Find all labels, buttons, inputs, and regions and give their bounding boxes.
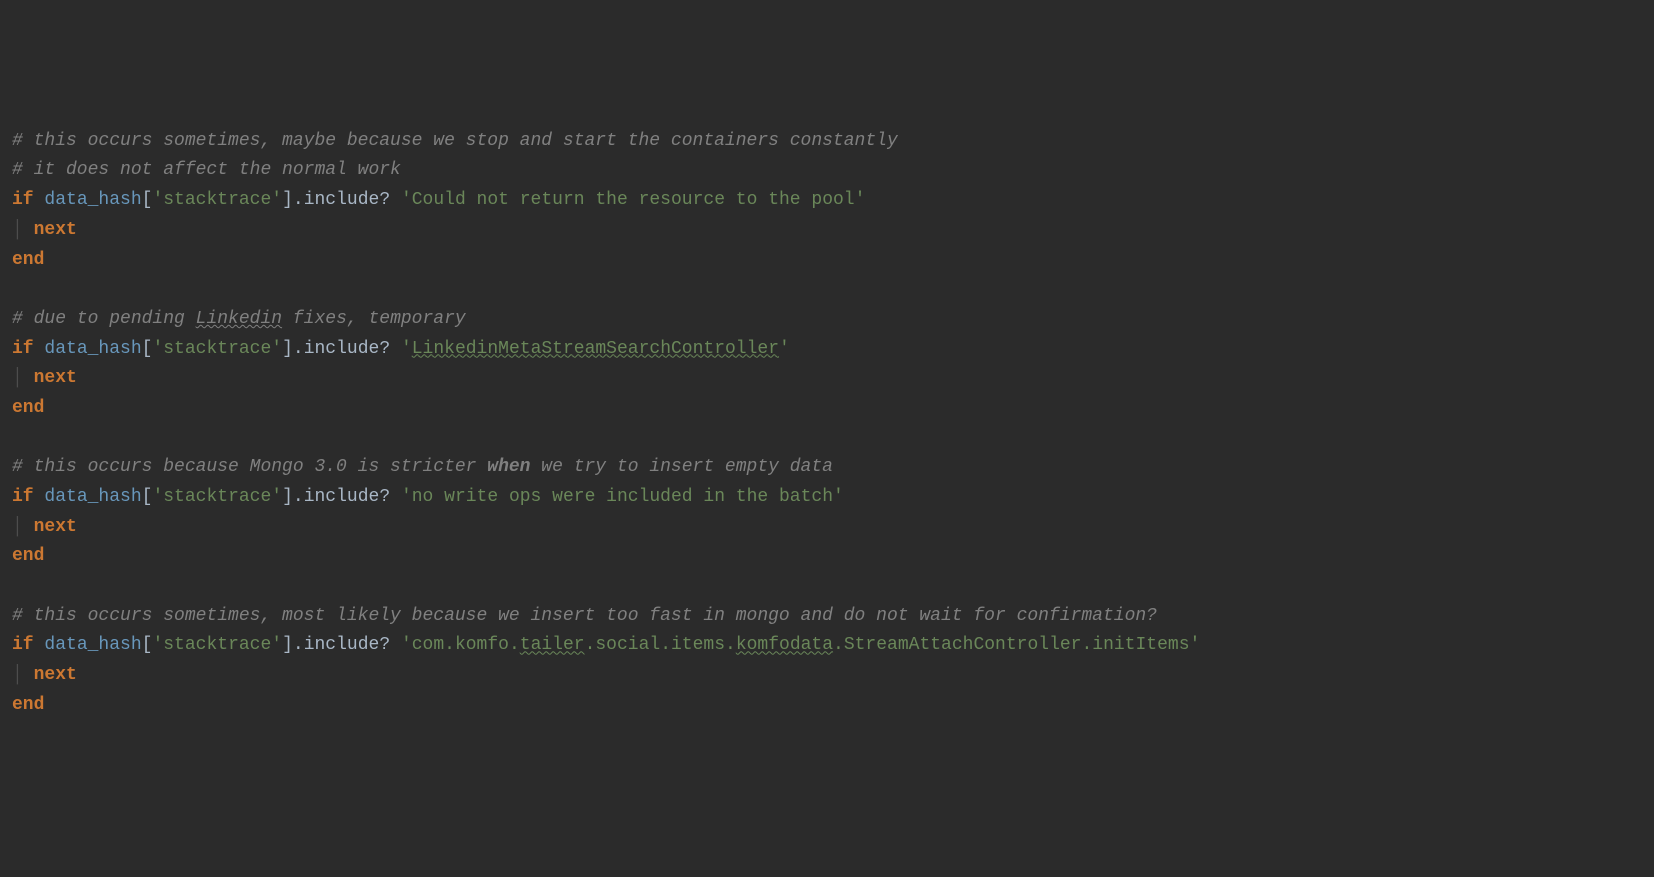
- dot: .: [293, 339, 304, 359]
- method: include?: [304, 339, 390, 359]
- comment-wavy: Linkedin: [196, 309, 282, 329]
- comment: fixes, temporary: [282, 309, 466, 329]
- code-line: # this occurs sometimes, most likely bec…: [12, 602, 1642, 632]
- code-line: │ next: [12, 513, 1642, 543]
- code-line: │ next: [12, 364, 1642, 394]
- keyword-end: end: [12, 695, 44, 715]
- comment: we try to insert empty data: [531, 457, 833, 477]
- bracket: ]: [282, 190, 293, 210]
- string: 'stacktrace': [152, 190, 282, 210]
- code-line: if data_hash['stacktrace'].include? 'Cou…: [12, 186, 1642, 216]
- code-line: end: [12, 542, 1642, 572]
- code-line: end: [12, 691, 1642, 721]
- string: 'stacktrace': [152, 339, 282, 359]
- keyword-next: next: [34, 517, 77, 537]
- indent-guide: │: [12, 368, 34, 388]
- string: 'stacktrace': [152, 487, 282, 507]
- comment: # due to pending: [12, 309, 196, 329]
- indent-guide: │: [12, 517, 34, 537]
- method: include?: [304, 487, 390, 507]
- code-line: end: [12, 394, 1642, 424]
- dot: .: [293, 487, 304, 507]
- comment: # this occurs sometimes, maybe because w…: [12, 131, 898, 151]
- identifier: data_hash: [44, 487, 141, 507]
- bracket: [: [142, 339, 153, 359]
- string-wavy: tailer: [520, 635, 585, 655]
- blank-line: [12, 572, 1642, 602]
- keyword-next: next: [34, 220, 77, 240]
- blank-line: [12, 275, 1642, 305]
- keyword-if: if: [12, 635, 34, 655]
- code-line: if data_hash['stacktrace'].include? 'Lin…: [12, 335, 1642, 365]
- code-line: end: [12, 246, 1642, 276]
- blank-line: [12, 424, 1642, 454]
- comment: # this occurs because Mongo 3.0 is stric…: [12, 457, 487, 477]
- indent-guide: │: [12, 665, 34, 685]
- string-literal: 'no write ops were included in the batch…: [401, 487, 844, 507]
- comment: # it does not affect the normal work: [12, 160, 401, 180]
- keyword-if: if: [12, 190, 34, 210]
- space: [390, 339, 401, 359]
- code-line: # due to pending Linkedin fixes, tempora…: [12, 305, 1642, 335]
- bracket: [: [142, 635, 153, 655]
- code-line: # this occurs because Mongo 3.0 is stric…: [12, 453, 1642, 483]
- code-line: │ next: [12, 216, 1642, 246]
- keyword-if: if: [12, 339, 34, 359]
- comment: # this occurs sometimes, most likely bec…: [12, 606, 1157, 626]
- indent-guide: │: [12, 220, 34, 240]
- code-line: # it does not affect the normal work: [12, 156, 1642, 186]
- space: [390, 635, 401, 655]
- code-line: # this occurs sometimes, maybe because w…: [12, 127, 1642, 157]
- keyword-if: if: [12, 487, 34, 507]
- identifier: data_hash: [44, 339, 141, 359]
- code-line: if data_hash['stacktrace'].include? 'no …: [12, 483, 1642, 513]
- dot: .: [293, 635, 304, 655]
- code-editor[interactable]: # this occurs sometimes, maybe because w…: [12, 127, 1642, 721]
- string: 'stacktrace': [152, 635, 282, 655]
- string-part: .StreamAttachController.initItems': [833, 635, 1200, 655]
- bracket: [: [142, 190, 153, 210]
- method: include?: [304, 635, 390, 655]
- keyword-next: next: [34, 665, 77, 685]
- method: include?: [304, 190, 390, 210]
- keyword-end: end: [12, 398, 44, 418]
- string-part: .social.items.: [585, 635, 736, 655]
- code-line: if data_hash['stacktrace'].include? 'com…: [12, 631, 1642, 661]
- string-part: 'com.komfo.: [401, 635, 520, 655]
- string-quote: ': [401, 339, 412, 359]
- string-quote: ': [779, 339, 790, 359]
- identifier: data_hash: [44, 190, 141, 210]
- code-line: │ next: [12, 661, 1642, 691]
- bracket: ]: [282, 339, 293, 359]
- bracket: ]: [282, 635, 293, 655]
- string-literal: 'Could not return the resource to the po…: [401, 190, 865, 210]
- dot: .: [293, 190, 304, 210]
- space: [390, 487, 401, 507]
- bracket: ]: [282, 487, 293, 507]
- comment-keyword: when: [487, 457, 530, 477]
- string-wavy: komfodata: [736, 635, 833, 655]
- keyword-end: end: [12, 546, 44, 566]
- string-wavy: LinkedinMetaStreamSearchController: [412, 339, 779, 359]
- keyword-next: next: [34, 368, 77, 388]
- space: [390, 190, 401, 210]
- identifier: data_hash: [44, 635, 141, 655]
- bracket: [: [142, 487, 153, 507]
- keyword-end: end: [12, 250, 44, 270]
